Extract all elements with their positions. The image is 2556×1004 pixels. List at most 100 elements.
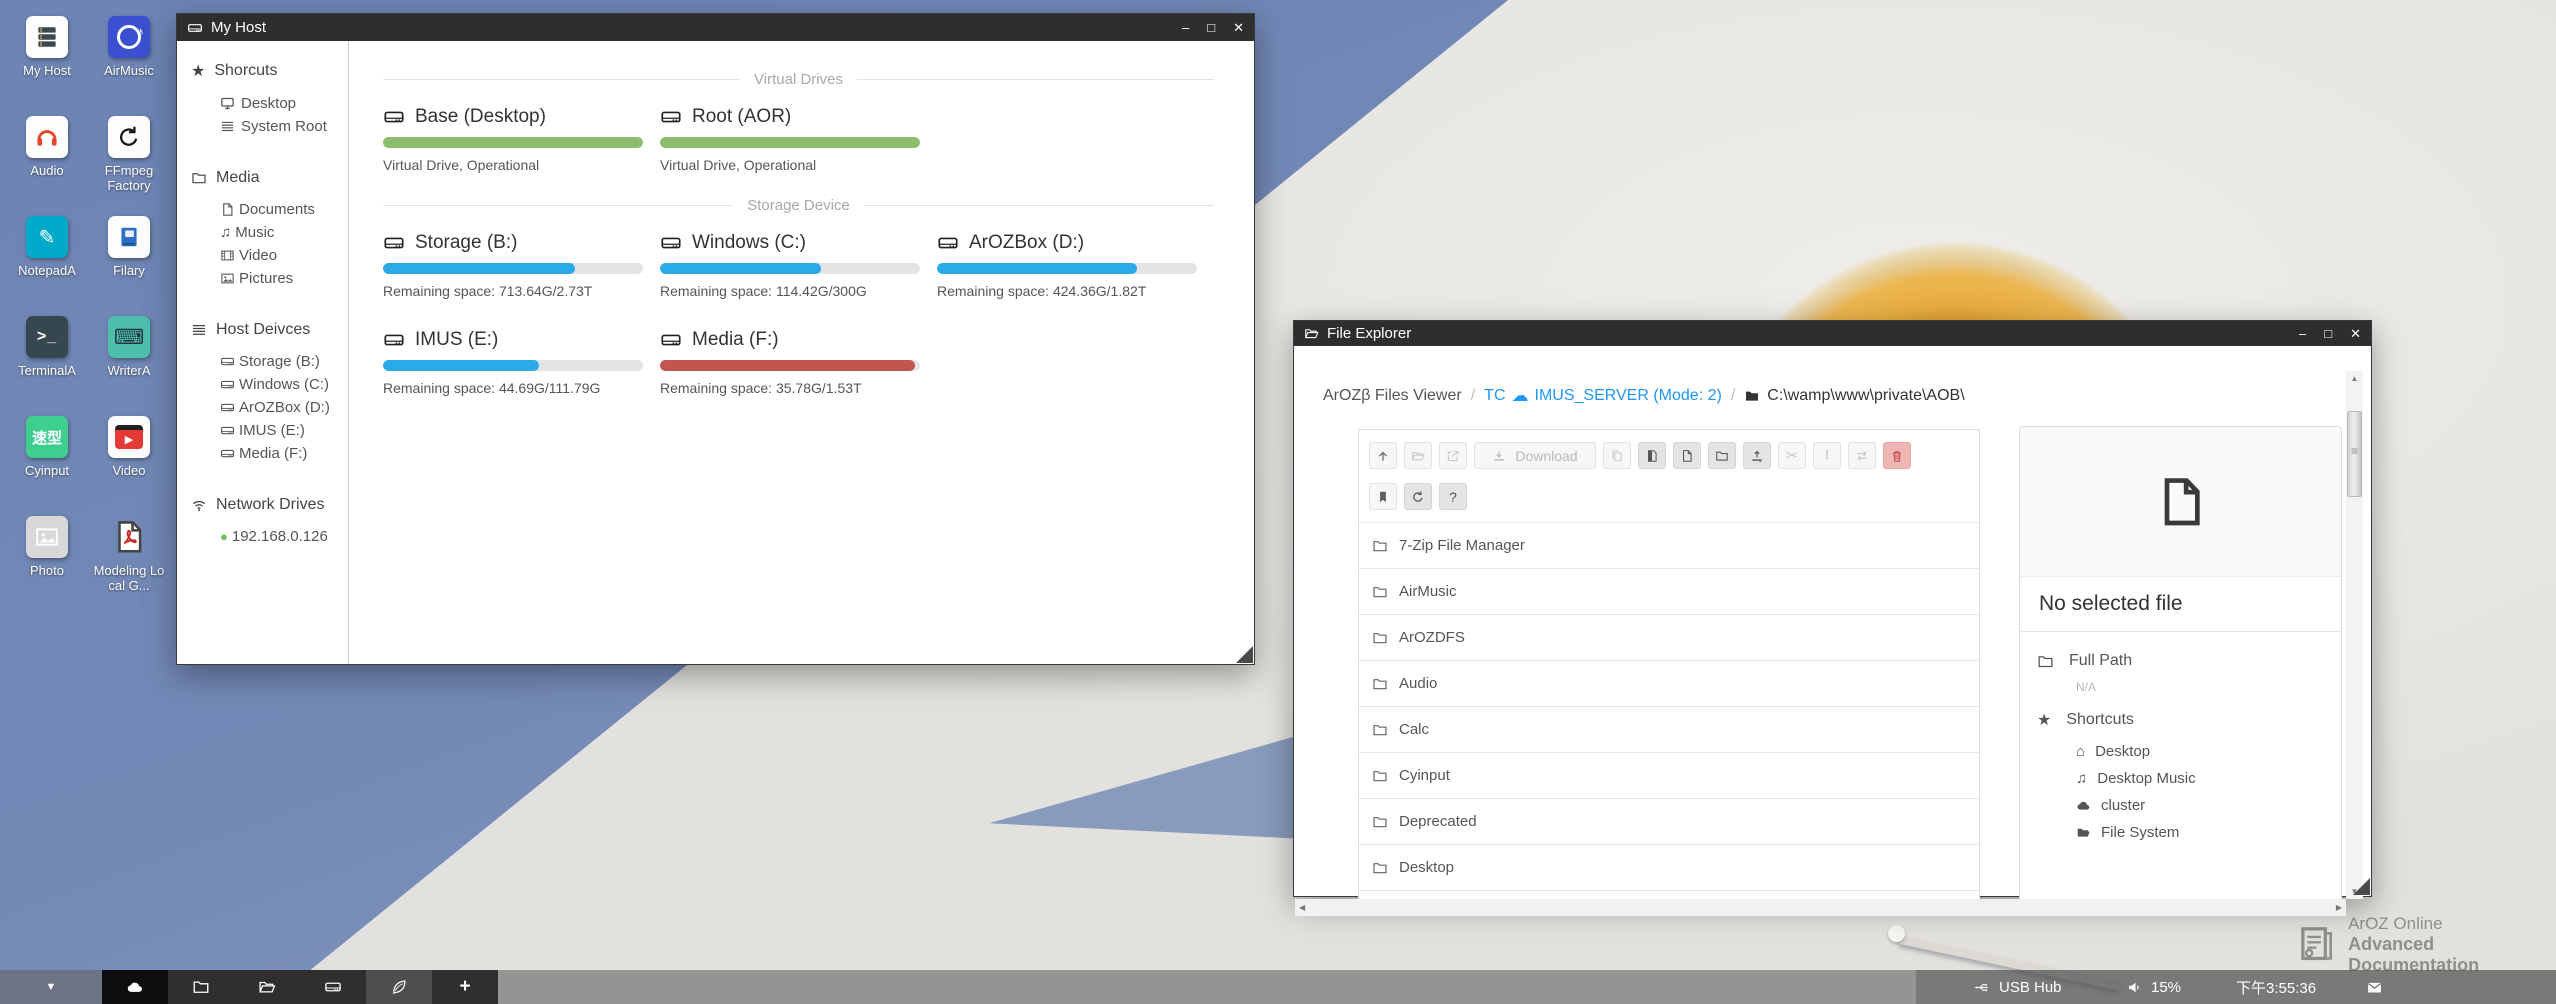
- open-button[interactable]: [1404, 442, 1432, 469]
- scroll-left-arrow[interactable]: ◀: [1299, 903, 1305, 912]
- sidebar-item-windows-c[interactable]: Windows (C:): [191, 373, 348, 396]
- clock[interactable]: 下午3:55:36: [2236, 977, 2316, 998]
- taskbar-my-host-button[interactable]: [300, 970, 366, 1004]
- shortcut-desktop[interactable]: ⌂ Desktop: [2020, 738, 2341, 765]
- breadcrumb-path[interactable]: C:\wamp\www\private\AOB\: [1744, 387, 1964, 405]
- drive-card-media-f[interactable]: Media (F:) Remaining space: 35.78G/1.53T: [660, 329, 937, 396]
- open-in-new-window-button[interactable]: [1439, 442, 1467, 469]
- desktop-icon-modeling-pdf[interactable]: Modeling Lo cal G...: [88, 516, 170, 616]
- taskbar-collapse-button[interactable]: ▼: [0, 970, 102, 1004]
- help-button[interactable]: ?: [1439, 483, 1467, 510]
- file-row[interactable]: Cyinput: [1359, 753, 1979, 799]
- desktop-icon-video[interactable]: ▶ Video: [88, 416, 170, 516]
- sidebar-item-storage-b[interactable]: Storage (B:): [191, 350, 348, 373]
- taskbar-file-explorer-button[interactable]: [234, 970, 300, 1004]
- taskbar-folder-button[interactable]: [168, 970, 234, 1004]
- sidebar-item-network-ip[interactable]: ● 192.168.0.126: [191, 525, 348, 548]
- file-preview-area: [2020, 427, 2341, 577]
- refresh-button[interactable]: [1404, 483, 1432, 510]
- headphones-icon: [34, 124, 60, 150]
- shortcut-desktop-music[interactable]: ♫ Desktop Music: [2020, 765, 2341, 792]
- drive-card-windows-c[interactable]: Windows (C:) Remaining space: 114.42G/30…: [660, 232, 937, 299]
- download-icon: [1492, 449, 1506, 463]
- my-host-titlebar[interactable]: My Host – □ ✕: [177, 14, 1254, 41]
- file-row[interactable]: Deprecated: [1359, 799, 1979, 845]
- file-row[interactable]: Calc: [1359, 707, 1979, 753]
- sidebar-item-arozbox-d[interactable]: ArOZBox (D:): [191, 396, 348, 419]
- swap-button[interactable]: [1848, 442, 1876, 469]
- sidebar-item-documents[interactable]: Documents: [191, 198, 348, 221]
- sidebar-item-music[interactable]: ♫ Music: [191, 221, 348, 244]
- sidebar-item-imus-e[interactable]: IMUS (E:): [191, 419, 348, 442]
- go-up-button[interactable]: [1369, 442, 1397, 469]
- cut-button[interactable]: ✂: [1778, 442, 1806, 469]
- breadcrumb-server-link[interactable]: TC ☁ IMUS_SERVER (Mode: 2): [1484, 386, 1722, 406]
- file-row[interactable]: AirMusic: [1359, 569, 1979, 615]
- minimize-button[interactable]: –: [1182, 20, 1189, 35]
- taskbar-cloud-button[interactable]: [102, 970, 168, 1004]
- minimize-button[interactable]: –: [2299, 326, 2306, 341]
- file-row[interactable]: Audio: [1359, 661, 1979, 707]
- drive-card-arozbox-d[interactable]: ArOZBox (D:) Remaining space: 424.36G/1.…: [937, 232, 1214, 299]
- scroll-up-arrow[interactable]: ▲: [2346, 371, 2363, 386]
- up-arrow-icon: [1376, 449, 1390, 463]
- resize-grip[interactable]: [2353, 878, 2370, 895]
- folder-fill-icon: [1744, 388, 1760, 404]
- sidebar-item-media-f[interactable]: Media (F:): [191, 442, 348, 465]
- drive-card-imus-e[interactable]: IMUS (E:) Remaining space: 44.69G/111.79…: [383, 329, 660, 396]
- desktop-icon-terminala[interactable]: >_ TerminalA: [6, 316, 88, 416]
- cloud-icon: [2076, 798, 2091, 813]
- scrollbar-thumb[interactable]: [2347, 411, 2362, 497]
- file-row[interactable]: 7-Zip File Manager: [1359, 523, 1979, 569]
- paste-button[interactable]: [1638, 442, 1666, 469]
- drive-card-root[interactable]: Root (AOR) Virtual Drive, Operational: [660, 106, 937, 173]
- volume-indicator[interactable]: 15%: [2126, 979, 2181, 996]
- desktop-icon-ffmpeg-factory[interactable]: FFmpeg Factory: [88, 116, 170, 216]
- drive-status: Remaining space: 35.78G/1.53T: [660, 380, 937, 396]
- desktop-icon-photo[interactable]: Photo: [6, 516, 88, 616]
- drive-card-base[interactable]: Base (Desktop) Virtual Drive, Operationa…: [383, 106, 660, 173]
- messages-button[interactable]: [2366, 979, 2383, 996]
- sidebar-item-system-root[interactable]: System Root: [191, 115, 348, 138]
- horizontal-scrollbar[interactable]: ◀ ▶: [1295, 899, 2346, 916]
- sidebar-item-video[interactable]: Video: [191, 244, 348, 267]
- new-folder-button[interactable]: [1708, 442, 1736, 469]
- star-icon: ★: [191, 61, 205, 81]
- close-button[interactable]: ✕: [1233, 20, 1244, 36]
- maximize-button[interactable]: □: [2324, 326, 2332, 341]
- drive-icon: [383, 106, 405, 128]
- new-file-button[interactable]: [1673, 442, 1701, 469]
- file-explorer-titlebar[interactable]: File Explorer – □ ✕: [1294, 321, 2371, 346]
- taskbar-add-button[interactable]: +: [432, 970, 498, 1004]
- desktop-icon-my-host[interactable]: My Host: [6, 16, 88, 116]
- download-button[interactable]: Download: [1474, 442, 1596, 469]
- shortcut-file-system[interactable]: File System: [2020, 819, 2341, 846]
- shortcut-cluster[interactable]: cluster: [2020, 792, 2341, 819]
- sidebar-item-desktop[interactable]: Desktop: [191, 92, 348, 115]
- close-button[interactable]: ✕: [2350, 326, 2361, 342]
- upload-button[interactable]: [1743, 442, 1771, 469]
- taskbar-leaf-button[interactable]: [366, 970, 432, 1004]
- desktop-icon-airmusic[interactable]: AirMusic: [88, 16, 170, 116]
- resize-grip[interactable]: [1236, 646, 1253, 663]
- drive-card-storage-b[interactable]: Storage (B:) Remaining space: 713.64G/2.…: [383, 232, 660, 299]
- file-row[interactable]: ArOZDFS: [1359, 615, 1979, 661]
- sidebar-item-pictures[interactable]: Pictures: [191, 267, 348, 290]
- drive-status: Remaining space: 713.64G/2.73T: [383, 283, 660, 299]
- file-row[interactable]: Desktop: [1359, 845, 1979, 891]
- scroll-right-arrow[interactable]: ▶: [2336, 903, 2342, 912]
- desktop-icon-notepada[interactable]: ✎ NotepadA: [6, 216, 88, 316]
- desktop-icon-audio[interactable]: Audio: [6, 116, 88, 216]
- desktop-icon-writera[interactable]: ⌨ WriterA: [88, 316, 170, 416]
- desktop-icon-filary[interactable]: Filary: [88, 216, 170, 316]
- rename-button[interactable]: I: [1813, 442, 1841, 469]
- delete-button[interactable]: [1883, 442, 1911, 469]
- copy-button[interactable]: [1603, 442, 1631, 469]
- usb-hub-indicator[interactable]: USB Hub: [1974, 979, 2062, 996]
- maximize-button[interactable]: □: [1207, 20, 1215, 35]
- recycle-arrows-icon: [116, 124, 142, 150]
- desktop-icon-cyinput[interactable]: 速型 Cyinput: [6, 416, 88, 516]
- bookmark-button[interactable]: [1369, 483, 1397, 510]
- vertical-scrollbar[interactable]: ▲ ▼: [2346, 371, 2363, 899]
- drive-status: Virtual Drive, Operational: [383, 157, 660, 173]
